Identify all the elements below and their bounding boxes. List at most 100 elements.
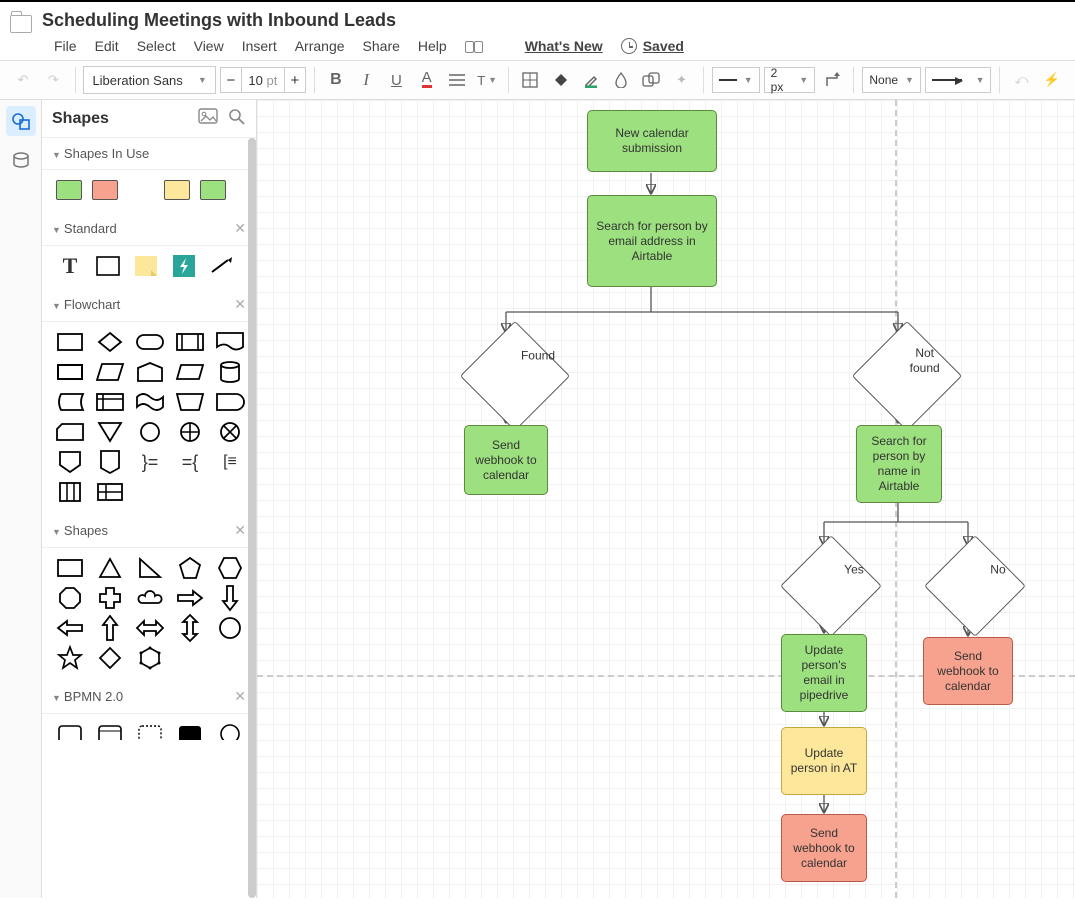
redo-button[interactable]: ↷ <box>40 66 66 94</box>
fc-data[interactable] <box>96 362 124 382</box>
sh-triangle[interactable] <box>96 558 124 578</box>
font-size-input[interactable]: 10 pt <box>242 67 284 93</box>
bolt-button[interactable]: ⚡ <box>1039 66 1065 94</box>
fill-color-button[interactable] <box>547 66 573 94</box>
section-shapes-close[interactable]: ✕ <box>234 522 246 539</box>
fc-tape[interactable] <box>136 392 164 412</box>
section-flowchart-close[interactable]: ✕ <box>234 296 246 313</box>
opacity-button[interactable] <box>608 66 634 94</box>
scrollbar-thumb[interactable] <box>248 138 256 594</box>
canvas[interactable]: New calendar submission Search for perso… <box>257 100 1075 898</box>
fc-predefined[interactable] <box>176 332 204 352</box>
sh-arrow-l[interactable] <box>56 618 84 638</box>
line-style-select[interactable]: ▼ <box>712 67 760 93</box>
magic-button[interactable]: ✦ <box>668 66 694 94</box>
menu-file[interactable]: File <box>54 38 77 54</box>
swatch-green-rect-2[interactable] <box>200 180 226 200</box>
undo-button[interactable]: ↶ <box>10 66 36 94</box>
font-size-decrease[interactable]: − <box>220 67 242 93</box>
fc-connector[interactable] <box>136 422 164 442</box>
line-routing-button[interactable] <box>819 66 845 94</box>
sh-cloud[interactable] <box>136 588 164 608</box>
fc-manual[interactable] <box>176 392 204 412</box>
fc-database[interactable] <box>216 362 244 382</box>
italic-button[interactable]: I <box>353 66 379 94</box>
fc-brace-l[interactable]: ={ <box>176 452 204 472</box>
revert-button[interactable]: ⤺ <box>1008 66 1034 94</box>
node-search-email[interactable]: Search for person by email address in Ai… <box>587 195 717 287</box>
menu-view[interactable]: View <box>194 38 224 54</box>
document-title[interactable]: Scheduling Meetings with Inbound Leads <box>42 10 396 31</box>
fc-document[interactable] <box>216 332 244 352</box>
section-flowchart[interactable]: ▼Flowchart ✕ <box>42 288 256 322</box>
folder-icon[interactable] <box>10 15 32 33</box>
section-bpmn[interactable]: ▼BPMN 2.0 ✕ <box>42 680 256 714</box>
fc-io[interactable] <box>176 362 204 382</box>
node-new-calendar[interactable]: New calendar submission <box>587 110 717 172</box>
sh-rect[interactable] <box>56 558 84 578</box>
underline-button[interactable]: U <box>383 66 409 94</box>
bolt-shape[interactable] <box>170 256 198 276</box>
sh-arrow-u[interactable] <box>96 618 124 638</box>
menu-edit[interactable]: Edit <box>95 38 119 54</box>
rail-shapes[interactable] <box>6 106 36 136</box>
fc-stored[interactable] <box>56 392 84 412</box>
bpmn-2[interactable] <box>96 724 124 740</box>
bpmn-5[interactable] <box>216 724 244 740</box>
sh-arrow-ud[interactable] <box>176 618 204 638</box>
layout-button[interactable] <box>517 66 543 94</box>
menu-share[interactable]: Share <box>363 38 400 54</box>
section-standard[interactable]: ▼Standard ✕ <box>42 212 256 246</box>
fc-display[interactable] <box>56 362 84 382</box>
font-family-select[interactable]: Liberation Sans▼ <box>83 66 215 94</box>
rail-data[interactable] <box>6 146 36 176</box>
fc-or[interactable] <box>216 422 244 442</box>
sh-poly[interactable] <box>136 648 164 668</box>
saved-indicator[interactable]: Saved <box>621 38 684 54</box>
node-send-webhook-3[interactable]: Send webhook to calendar <box>923 637 1013 705</box>
arrow-shape[interactable] <box>208 256 236 276</box>
search-icon[interactable] <box>228 108 246 129</box>
fc-offpage2[interactable] <box>96 452 124 472</box>
stroke-width-select[interactable]: 2 px▼ <box>764 67 816 93</box>
decision-yes[interactable]: Yes <box>787 544 875 628</box>
fc-decision[interactable] <box>96 332 124 352</box>
fc-brace-r[interactable]: }= <box>136 452 164 472</box>
fc-card[interactable] <box>56 422 84 442</box>
swatch-diamond[interactable] <box>128 177 153 202</box>
fc-summing[interactable] <box>176 422 204 442</box>
decision-no[interactable]: No <box>931 544 1019 628</box>
rect-shape[interactable] <box>94 256 122 276</box>
fc-delay[interactable] <box>216 392 244 412</box>
node-send-webhook-2[interactable]: Send webhook to calendar <box>781 814 867 882</box>
text-color-button[interactable]: A <box>414 66 440 94</box>
fc-merge[interactable] <box>96 422 124 442</box>
menu-arrange[interactable]: Arrange <box>295 38 345 54</box>
swatch-red-rect[interactable] <box>92 180 118 200</box>
node-send-webhook-1[interactable]: Send webhook to calendar <box>464 425 548 495</box>
sh-arrow-r[interactable] <box>176 588 204 608</box>
align-button[interactable] <box>444 66 470 94</box>
sh-arrow-d[interactable] <box>216 588 244 608</box>
swatch-green-rect[interactable] <box>56 180 82 200</box>
text-style-button[interactable]: T▼ <box>474 66 500 94</box>
fc-terminator[interactable] <box>136 332 164 352</box>
fc-process[interactable] <box>56 332 84 352</box>
menu-insert[interactable]: Insert <box>242 38 277 54</box>
end-arrow-select[interactable]: ▼ <box>925 67 992 93</box>
node-search-name[interactable]: Search for person by name in Airtable <box>856 425 942 503</box>
border-color-button[interactable] <box>578 66 604 94</box>
section-shapes[interactable]: ▼Shapes ✕ <box>42 514 256 548</box>
text-shape[interactable]: T <box>56 256 84 276</box>
sh-pentagon[interactable] <box>176 558 204 578</box>
sh-octagon[interactable] <box>56 588 84 608</box>
sh-diamond2[interactable] <box>96 648 124 668</box>
fc-table[interactable] <box>96 482 124 502</box>
fc-internal[interactable] <box>96 392 124 412</box>
fc-offpage[interactable] <box>56 452 84 472</box>
swatch-yellow-rect[interactable] <box>164 180 190 200</box>
sh-rtriangle[interactable] <box>136 558 164 578</box>
bpmn-4[interactable] <box>176 724 204 740</box>
sh-cross[interactable] <box>96 588 124 608</box>
shape-style-button[interactable] <box>638 66 664 94</box>
